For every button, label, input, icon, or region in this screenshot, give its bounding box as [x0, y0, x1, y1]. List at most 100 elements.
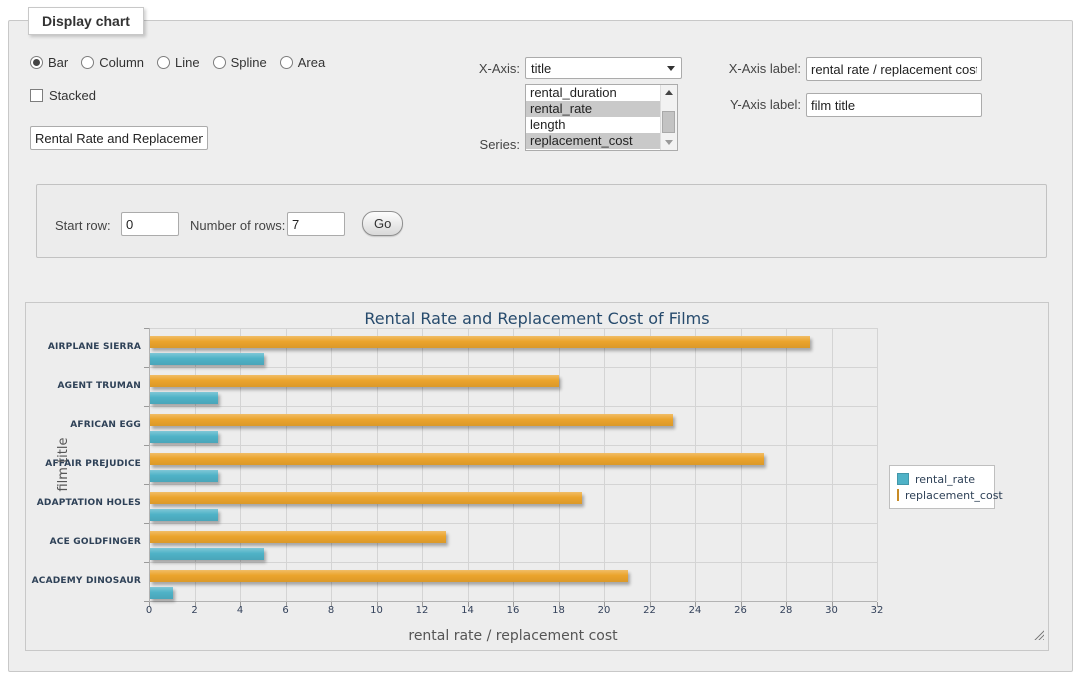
scroll-up-icon[interactable]: [665, 90, 673, 95]
chevron-down-icon: [667, 66, 675, 71]
x-tick-label: 28: [771, 605, 801, 616]
x-axis-label-input[interactable]: [806, 57, 982, 81]
legend-item-replacement_cost[interactable]: replacement_cost: [897, 487, 994, 503]
y-tick-mark: [144, 562, 149, 563]
stacked-label: Stacked: [49, 88, 96, 103]
category-label: AGENT TRUMAN: [26, 381, 141, 391]
category-label: ACADEMY DINOSAUR: [26, 576, 141, 586]
bar-rental_rate[interactable]: [150, 470, 218, 482]
gridline-horizontal: [149, 562, 877, 563]
row-controls-panel: [36, 184, 1047, 258]
go-button[interactable]: Go: [362, 211, 403, 236]
plot-area: [149, 328, 877, 601]
radio-bar-icon[interactable]: [30, 56, 43, 69]
series-option-rental_duration[interactable]: rental_duration: [526, 85, 666, 101]
bar-rental_rate[interactable]: [150, 353, 264, 365]
start-row-label: Start row:: [55, 218, 111, 233]
bar-replacement_cost[interactable]: [150, 531, 446, 543]
y-axis-label-caption: Y-Axis label:: [715, 97, 801, 112]
y-axis-label-input[interactable]: [806, 93, 982, 117]
y-tick-mark: [144, 328, 149, 329]
series-option-replacement_cost[interactable]: replacement_cost: [526, 133, 666, 149]
bar-rental_rate[interactable]: [150, 509, 218, 521]
radio-area-icon[interactable]: [280, 56, 293, 69]
gridline-vertical: [832, 328, 833, 601]
num-rows-input[interactable]: [287, 212, 345, 236]
gridline-vertical: [877, 328, 878, 601]
gridline-horizontal: [149, 367, 877, 368]
chart-type-spline[interactable]: Spline: [213, 55, 267, 70]
x-tick-label: 4: [225, 605, 255, 616]
bar-rental_rate[interactable]: [150, 431, 218, 443]
series-options: rental_durationrental_ratelengthreplacem…: [526, 85, 677, 149]
scroll-down-icon[interactable]: [665, 140, 673, 145]
page: Display chart Bar Column Line Spline Area St…: [0, 0, 1081, 681]
gridline-horizontal: [149, 523, 877, 524]
bar-replacement_cost[interactable]: [150, 414, 673, 426]
chart-title-input[interactable]: [30, 126, 208, 150]
x-tick-label: 20: [589, 605, 619, 616]
chart-type-column[interactable]: Column: [81, 55, 144, 70]
gridline-horizontal: [149, 445, 877, 446]
legend-label: replacement_cost: [905, 489, 1003, 502]
stacked-checkbox[interactable]: [30, 89, 43, 102]
bar-rental_rate[interactable]: [150, 548, 264, 560]
x-axis-select-label: X-Axis:: [430, 61, 520, 76]
category-label: ACE GOLDFINGER: [26, 537, 141, 547]
chart-type-line[interactable]: Line: [157, 55, 200, 70]
bar-rental_rate[interactable]: [150, 587, 173, 599]
chart-title: Rental Rate and Replacement Cost of Film…: [26, 309, 1048, 328]
y-tick-mark: [144, 445, 149, 446]
x-axis-label-caption: X-Axis label:: [715, 61, 801, 76]
scrollbar-thumb[interactable]: [662, 111, 675, 133]
listbox-scrollbar[interactable]: [660, 85, 677, 150]
y-tick-mark: [144, 601, 149, 602]
radio-label-line: Line: [175, 55, 200, 70]
fieldset-legend: Display chart: [28, 7, 144, 35]
x-tick-label: 32: [862, 605, 892, 616]
category-label: AFFAIR PREJUDICE: [26, 459, 141, 469]
x-tick-label: 30: [817, 605, 847, 616]
radio-line-icon[interactable]: [157, 56, 170, 69]
num-rows-label: Number of rows:: [190, 218, 285, 233]
bar-replacement_cost[interactable]: [150, 336, 810, 348]
x-tick-label: 26: [726, 605, 756, 616]
chart-type-bar[interactable]: Bar: [30, 55, 68, 70]
series-list-label: Series:: [430, 137, 520, 152]
bar-replacement_cost[interactable]: [150, 492, 582, 504]
bar-replacement_cost[interactable]: [150, 375, 559, 387]
series-option-length[interactable]: length: [526, 117, 666, 133]
x-tick-label: 10: [362, 605, 392, 616]
x-tick-label: 22: [635, 605, 665, 616]
series-listbox[interactable]: rental_durationrental_ratelengthreplacem…: [525, 84, 678, 151]
bar-rental_rate[interactable]: [150, 392, 218, 404]
bar-replacement_cost[interactable]: [150, 570, 628, 582]
x-tick-label: 2: [180, 605, 210, 616]
x-tick-label: 14: [453, 605, 483, 616]
x-tick-label: 16: [498, 605, 528, 616]
x-tick-label: 0: [134, 605, 164, 616]
series-option-rental_rate[interactable]: rental_rate: [526, 101, 666, 117]
radio-spline-icon[interactable]: [213, 56, 226, 69]
gridline-vertical: [786, 328, 787, 601]
x-tick-label: 18: [544, 605, 574, 616]
radio-label-spline: Spline: [231, 55, 267, 70]
radio-column-icon[interactable]: [81, 56, 94, 69]
category-label: AIRPLANE SIERRA: [26, 342, 141, 352]
x-tick-label: 12: [407, 605, 437, 616]
bar-replacement_cost[interactable]: [150, 453, 764, 465]
resize-handle-icon[interactable]: [1034, 630, 1044, 640]
legend-item-rental_rate[interactable]: rental_rate: [897, 471, 994, 487]
gridline-horizontal: [149, 406, 877, 407]
chart-type-area[interactable]: Area: [280, 55, 325, 70]
radio-label-bar: Bar: [48, 55, 68, 70]
y-tick-mark: [144, 367, 149, 368]
radio-label-area: Area: [298, 55, 325, 70]
start-row-input[interactable]: [121, 212, 179, 236]
y-axis-title: film title: [56, 328, 71, 601]
x-tick-label: 6: [271, 605, 301, 616]
radio-label-column: Column: [99, 55, 144, 70]
chart-legend: rental_ratereplacement_cost: [889, 465, 995, 509]
x-axis-select[interactable]: title: [525, 57, 682, 79]
gridline-horizontal: [149, 328, 877, 329]
